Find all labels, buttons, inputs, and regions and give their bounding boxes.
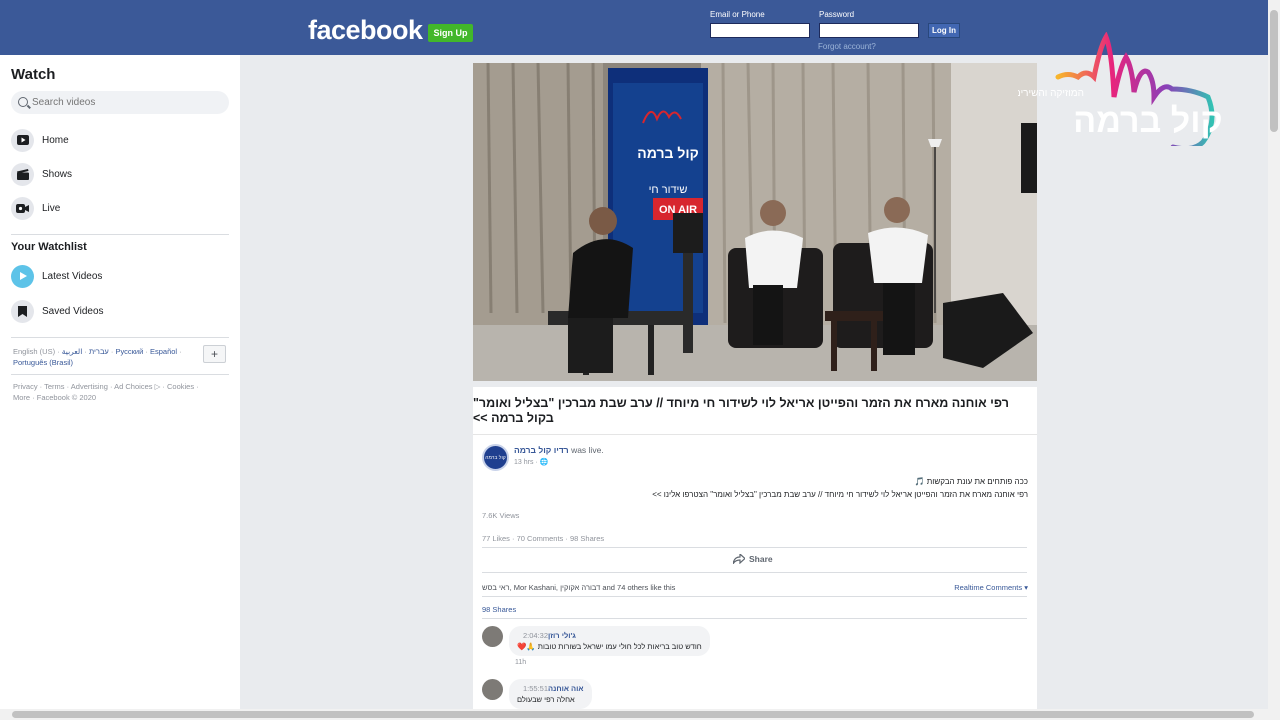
watch-sidebar: Watch Home Shows Live Your Watchlist Lat…: [0, 55, 240, 709]
footer-links[interactable]: Privacy · Terms · Advertising · Ad Choic…: [13, 381, 213, 403]
commenter-name[interactable]: ג'ולי רוזן: [548, 631, 576, 640]
sidebar-item-label: Latest Videos: [42, 270, 103, 282]
language-link[interactable]: Português (Brasil): [13, 358, 73, 367]
realtime-comments-dropdown[interactable]: Realtime Comments ▾: [954, 583, 1028, 592]
language-link[interactable]: עברית: [89, 347, 109, 356]
globe-icon: 🌐: [539, 459, 549, 466]
comment-age: 11h: [515, 659, 527, 666]
forgot-account-link[interactable]: Forgot account?: [818, 42, 876, 51]
video-frame: ON AIR קול ברמה שידור חי: [473, 63, 1037, 381]
banner-live: שידור חי: [649, 184, 688, 196]
horizontal-scrollbar[interactable]: [0, 709, 1268, 720]
post-text: ככה פותחים את עונת הבקשות 🎵 רפי אוחנה מא…: [528, 475, 1028, 501]
page-title: Watch: [11, 66, 56, 83]
engagement-stats: 77 Likes · 70 Comments · 98 Shares: [482, 534, 605, 543]
divider: [482, 572, 1027, 573]
comment-text: חודש טוב בריאות לכל חולי עמו ישראל בשורו…: [517, 642, 702, 651]
page-avatar[interactable]: קול ברמה: [482, 444, 509, 471]
vertical-scrollbar[interactable]: [1268, 0, 1280, 720]
comment-timestamp[interactable]: 2:04:32: [523, 631, 548, 640]
scrollbar-thumb[interactable]: [12, 711, 1254, 718]
banner-name: קול ברמה: [637, 145, 699, 161]
likes-count[interactable]: 77 Likes: [482, 534, 510, 543]
divider: [482, 618, 1027, 619]
play-icon: [11, 128, 34, 152]
log-in-button[interactable]: Log In: [928, 23, 960, 38]
comment-timestamp[interactable]: 1:55:51: [523, 684, 548, 693]
divider: [11, 337, 229, 338]
sidebar-item-label: Live: [42, 202, 61, 214]
scrollbar-thumb[interactable]: [1270, 10, 1278, 132]
sidebar-item-label: Home: [42, 134, 69, 146]
play-circle-icon: [11, 264, 34, 288]
clapperboard-icon: [11, 162, 34, 186]
comment-bubble: אוה אוחנה1:55:51 אחלה רפי שבעולם: [509, 679, 592, 709]
page-name-link[interactable]: רדיו קול ברמה: [514, 445, 569, 455]
sidebar-item-shows[interactable]: Shows: [11, 162, 229, 186]
sidebar-item-label: Saved Videos: [42, 305, 104, 317]
shares-link[interactable]: 98 Shares: [482, 605, 516, 614]
sidebar-item-live[interactable]: Live: [11, 196, 229, 220]
language-list: English (US) · עברית · العربية · Русский…: [13, 347, 182, 367]
kol-berama-watermark-logo: המוזיקה והשירים קול ברמה: [1014, 31, 1232, 152]
comment-text: אחלה רפי שבעולם: [517, 695, 575, 704]
bookmark-icon: [11, 299, 34, 323]
shares-count[interactable]: 98 Shares: [570, 534, 604, 543]
sign-up-button[interactable]: Sign Up: [428, 24, 473, 42]
commenter-avatar[interactable]: [482, 679, 503, 700]
views-count: 7.6K Views: [482, 511, 520, 520]
post-time: 13 hrs · 🌐: [514, 459, 549, 466]
video-title: רפי אוחנה מארח את הזמר והפייטן אריאל לוי…: [473, 396, 1009, 425]
likers-summary[interactable]: ראי בסש, Mor Kashani, דבורה אקוקין and 7…: [482, 583, 675, 592]
search-icon: [18, 97, 28, 107]
more-languages-button[interactable]: +: [203, 345, 226, 363]
post-text-line: ככה פותחים את עונת הבקשות 🎵: [914, 477, 1028, 486]
comments-count[interactable]: 70 Comments: [517, 534, 564, 543]
divider: [11, 234, 229, 235]
watermark-tagline: המוזיקה והשירים: [1018, 88, 1084, 99]
email-label: Email or Phone: [710, 10, 765, 19]
comment-bubble: ג'ולי רוזן2:04:32 חודש טוב בריאות לכל חו…: [509, 626, 710, 656]
watchlist-title: Your Watchlist: [11, 241, 87, 253]
sidebar-item-latest-videos[interactable]: Latest Videos: [11, 264, 229, 288]
language-current: English (US): [13, 347, 56, 356]
share-label: Share: [749, 554, 773, 564]
facebook-logo[interactable]: facebook: [308, 15, 423, 46]
video-player[interactable]: ON AIR קול ברמה שידור חי: [473, 63, 1037, 381]
commenter-name[interactable]: אוה אוחנה: [548, 684, 583, 693]
email-field[interactable]: [710, 23, 810, 38]
password-field[interactable]: [819, 23, 919, 38]
video-post: רפי אוחנה מארח את הזמר והפייטן אריאל לוי…: [473, 387, 1037, 709]
post-card: קול ברמה רדיו קול ברמה was live. 13 hrs …: [473, 434, 1037, 709]
share-icon: [733, 554, 745, 564]
commenter-avatar[interactable]: [482, 626, 503, 647]
post-author: רדיו קול ברמה was live.: [514, 445, 604, 455]
divider: [11, 374, 229, 375]
post-text-line: רפי אוחנה מארח את הזמר והפייטן אריאל לוי…: [652, 490, 1028, 499]
post-time-text[interactable]: 13 hrs: [514, 459, 533, 466]
sidebar-item-home[interactable]: Home: [11, 128, 229, 152]
sidebar-item-saved-videos[interactable]: Saved Videos: [11, 299, 229, 323]
language-link[interactable]: Español: [150, 347, 177, 356]
sidebar-item-label: Shows: [42, 168, 73, 180]
language-link[interactable]: العربية: [62, 347, 83, 356]
search-box[interactable]: [11, 91, 229, 114]
search-input[interactable]: [32, 94, 222, 111]
share-button[interactable]: Share: [733, 554, 773, 564]
password-label: Password: [819, 10, 855, 19]
watermark-name: קול ברמה: [1073, 102, 1222, 140]
was-live-text: was live.: [571, 445, 604, 455]
divider: [482, 547, 1027, 548]
divider: [482, 596, 1027, 597]
language-link[interactable]: Русский: [115, 347, 143, 356]
live-camera-icon: [11, 196, 34, 220]
